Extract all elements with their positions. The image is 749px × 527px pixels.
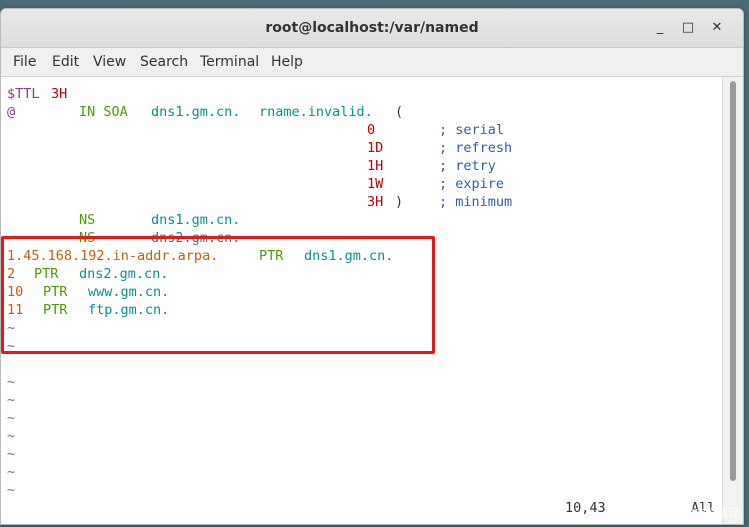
title-bar[interactable]: root@localhost:/var/named _ □ ✕: [1, 9, 743, 48]
ttl-line: $TTL 3H: [7, 85, 67, 103]
ttl-value: 3H: [51, 86, 68, 102]
soa-retry-value: 1H: [367, 158, 384, 174]
soa-minimum-line: 3H ) ; minimum: [7, 193, 512, 211]
soa-refresh-value: 1D: [367, 140, 384, 156]
empty-line-tilde: ~: [7, 464, 16, 480]
empty-line-tilde: ~: [7, 374, 16, 390]
soa-paren-open: (: [395, 104, 404, 120]
menu-bar: File Edit View Search Terminal Help: [1, 48, 743, 77]
window-title: root@localhost:/var/named: [265, 20, 479, 36]
soa-minimum-value: 3H: [367, 194, 384, 210]
annotation-highlight-box: [1, 236, 435, 354]
menu-help[interactable]: Help: [271, 48, 303, 76]
vim-status-line: 10,43 All: [7, 499, 715, 517]
soa-refresh-comment: ; refresh: [439, 140, 513, 156]
empty-line-tilde: ~: [7, 482, 16, 498]
soa-minimum-comment: ; minimum: [439, 194, 513, 210]
menu-terminal[interactable]: Terminal: [200, 48, 259, 76]
maximize-icon[interactable]: □: [678, 18, 698, 38]
soa-serial-line: 0 ; serial: [7, 121, 504, 139]
soa-serial-value: 0: [367, 122, 376, 138]
soa-expire-comment: ; expire: [439, 176, 505, 192]
cursor-position: 10,43: [565, 500, 606, 516]
soa-expire-line: 1W ; expire: [7, 175, 504, 193]
soa-serial-comment: ; serial: [439, 122, 505, 138]
empty-line-tilde: ~: [7, 428, 16, 444]
soa-origin: @: [7, 104, 16, 120]
soa-retry-comment: ; retry: [439, 158, 496, 174]
menu-file[interactable]: File: [13, 48, 36, 76]
empty-line-tilde: ~: [7, 410, 16, 426]
soa-line: @ IN SOA dns1.gm.cn. rname.invalid. (: [7, 103, 403, 121]
menu-search[interactable]: Search: [140, 48, 188, 76]
soa-paren-close: ): [395, 194, 404, 210]
menu-edit[interactable]: Edit: [52, 48, 79, 76]
soa-class-type: IN SOA: [79, 104, 128, 120]
scrollbar-thumb[interactable]: [730, 81, 736, 481]
minimize-icon[interactable]: _: [650, 18, 670, 38]
watermark: CSDN @易南学编程: [638, 507, 739, 520]
soa-retry-line: 1H ; retry: [7, 157, 496, 175]
ttl-key: $TTL: [7, 86, 40, 102]
empty-line-tilde: ~: [7, 446, 16, 462]
ns-target: dns1.gm.cn.: [151, 212, 241, 228]
vertical-scrollbar[interactable]: [722, 77, 743, 524]
ns-line-1: NS dns1.gm.cn.: [7, 211, 240, 229]
menu-view[interactable]: View: [93, 48, 126, 76]
soa-primary: dns1.gm.cn.: [151, 104, 241, 120]
ns-type: NS: [79, 212, 96, 228]
close-icon[interactable]: ✕: [707, 18, 727, 38]
empty-line-tilde: ~: [7, 392, 16, 408]
soa-refresh-line: 1D ; refresh: [7, 139, 512, 157]
soa-rname: rname.invalid.: [259, 104, 373, 120]
soa-expire-value: 1W: [367, 176, 384, 192]
